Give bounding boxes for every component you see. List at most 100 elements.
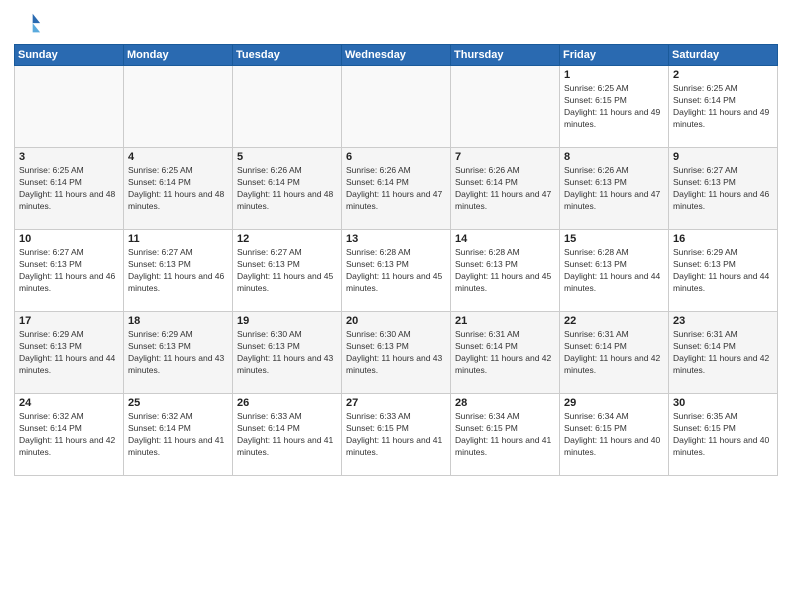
day-info: Sunrise: 6:33 AM Sunset: 6:14 PM Dayligh… bbox=[237, 411, 337, 459]
calendar-cell: 26 Sunrise: 6:33 AM Sunset: 6:14 PM Dayli… bbox=[233, 394, 342, 476]
calendar-cell: 9 Sunrise: 6:27 AM Sunset: 6:13 PM Daylig… bbox=[669, 148, 778, 230]
day-number: 9 bbox=[673, 151, 773, 163]
day-info: Sunrise: 6:26 AM Sunset: 6:14 PM Dayligh… bbox=[346, 165, 446, 213]
day-number: 22 bbox=[564, 315, 664, 327]
day-info: Sunrise: 6:34 AM Sunset: 6:15 PM Dayligh… bbox=[455, 411, 555, 459]
calendar-cell: 1Sunrise: 6:25 AM Sunset: 6:15 PM Daylig… bbox=[560, 66, 669, 148]
day-info: Sunrise: 6:31 AM Sunset: 6:14 PM Dayligh… bbox=[455, 329, 555, 377]
day-number: 11 bbox=[128, 233, 228, 245]
calendar-cell: 17 Sunrise: 6:29 AM Sunset: 6:13 PM Dayli… bbox=[15, 312, 124, 394]
day-info: Sunrise: 6:29 AM Sunset: 6:13 PM Dayligh… bbox=[128, 329, 228, 377]
calendar-cell bbox=[342, 66, 451, 148]
day-number: 3 bbox=[19, 151, 119, 163]
calendar-cell bbox=[124, 66, 233, 148]
calendar-header-row: SundayMondayTuesdayWednesdayThursdayFrid… bbox=[15, 45, 778, 66]
day-info: Sunrise: 6:27 AM Sunset: 6:13 PM Dayligh… bbox=[19, 247, 119, 295]
day-info: Sunrise: 6:32 AM Sunset: 6:14 PM Dayligh… bbox=[19, 411, 119, 459]
day-number: 23 bbox=[673, 315, 773, 327]
calendar-cell: 13 Sunrise: 6:28 AM Sunset: 6:13 PM Dayli… bbox=[342, 230, 451, 312]
day-info: Sunrise: 6:25 AM Sunset: 6:14 PM Dayligh… bbox=[128, 165, 228, 213]
day-info: Sunrise: 6:29 AM Sunset: 6:13 PM Dayligh… bbox=[673, 247, 773, 295]
header bbox=[14, 10, 778, 38]
calendar-cell: 11 Sunrise: 6:27 AM Sunset: 6:13 PM Dayli… bbox=[124, 230, 233, 312]
day-number: 10 bbox=[19, 233, 119, 245]
day-number: 4 bbox=[128, 151, 228, 163]
calendar-cell: 15 Sunrise: 6:28 AM Sunset: 6:13 PM Dayli… bbox=[560, 230, 669, 312]
day-number: 19 bbox=[237, 315, 337, 327]
calendar-cell: 4 Sunrise: 6:25 AM Sunset: 6:14 PM Daylig… bbox=[124, 148, 233, 230]
page: SundayMondayTuesdayWednesdayThursdayFrid… bbox=[0, 0, 792, 612]
day-info: Sunrise: 6:26 AM Sunset: 6:13 PM Dayligh… bbox=[564, 165, 664, 213]
day-info: Sunrise: 6:26 AM Sunset: 6:14 PM Dayligh… bbox=[237, 165, 337, 213]
calendar-cell: 23 Sunrise: 6:31 AM Sunset: 6:14 PM Dayli… bbox=[669, 312, 778, 394]
day-info: Sunrise: 6:28 AM Sunset: 6:13 PM Dayligh… bbox=[346, 247, 446, 295]
calendar-cell: 3 Sunrise: 6:25 AM Sunset: 6:14 PM Daylig… bbox=[15, 148, 124, 230]
calendar-week-row: 10 Sunrise: 6:27 AM Sunset: 6:13 PM Dayli… bbox=[15, 230, 778, 312]
day-info: Sunrise: 6:33 AM Sunset: 6:15 PM Dayligh… bbox=[346, 411, 446, 459]
day-info: Sunrise: 6:34 AM Sunset: 6:15 PM Dayligh… bbox=[564, 411, 664, 459]
calendar-cell: 19 Sunrise: 6:30 AM Sunset: 6:13 PM Dayli… bbox=[233, 312, 342, 394]
calendar-week-row: 1Sunrise: 6:25 AM Sunset: 6:15 PM Daylig… bbox=[15, 66, 778, 148]
day-info: Sunrise: 6:30 AM Sunset: 6:13 PM Dayligh… bbox=[346, 329, 446, 377]
day-info: Sunrise: 6:28 AM Sunset: 6:13 PM Dayligh… bbox=[455, 247, 555, 295]
calendar-weekday-monday: Monday bbox=[124, 45, 233, 66]
day-number: 18 bbox=[128, 315, 228, 327]
day-info: Sunrise: 6:27 AM Sunset: 6:13 PM Dayligh… bbox=[128, 247, 228, 295]
calendar-cell: 10 Sunrise: 6:27 AM Sunset: 6:13 PM Dayli… bbox=[15, 230, 124, 312]
day-info: Sunrise: 6:31 AM Sunset: 6:14 PM Dayligh… bbox=[673, 329, 773, 377]
calendar-cell: 8 Sunrise: 6:26 AM Sunset: 6:13 PM Daylig… bbox=[560, 148, 669, 230]
calendar-cell: 6 Sunrise: 6:26 AM Sunset: 6:14 PM Daylig… bbox=[342, 148, 451, 230]
calendar-cell: 30Sunrise: 6:35 AM Sunset: 6:15 PM Dayli… bbox=[669, 394, 778, 476]
calendar-cell: 22 Sunrise: 6:31 AM Sunset: 6:14 PM Dayli… bbox=[560, 312, 669, 394]
day-number: 20 bbox=[346, 315, 446, 327]
day-info: Sunrise: 6:30 AM Sunset: 6:13 PM Dayligh… bbox=[237, 329, 337, 377]
day-number: 24 bbox=[19, 397, 119, 409]
logo-icon bbox=[14, 10, 42, 38]
calendar-cell bbox=[451, 66, 560, 148]
day-info: Sunrise: 6:25 AM Sunset: 6:15 PM Dayligh… bbox=[564, 83, 664, 131]
calendar-cell: 29 Sunrise: 6:34 AM Sunset: 6:15 PM Dayli… bbox=[560, 394, 669, 476]
day-number: 15 bbox=[564, 233, 664, 245]
calendar-cell: 18 Sunrise: 6:29 AM Sunset: 6:13 PM Dayli… bbox=[124, 312, 233, 394]
calendar-cell: 7Sunrise: 6:26 AM Sunset: 6:14 PM Daylig… bbox=[451, 148, 560, 230]
calendar-weekday-friday: Friday bbox=[560, 45, 669, 66]
day-number: 29 bbox=[564, 397, 664, 409]
calendar-cell: 5Sunrise: 6:26 AM Sunset: 6:14 PM Daylig… bbox=[233, 148, 342, 230]
logo bbox=[14, 10, 46, 38]
day-info: Sunrise: 6:25 AM Sunset: 6:14 PM Dayligh… bbox=[19, 165, 119, 213]
calendar-table: SundayMondayTuesdayWednesdayThursdayFrid… bbox=[14, 44, 778, 476]
day-info: Sunrise: 6:35 AM Sunset: 6:15 PM Dayligh… bbox=[673, 411, 773, 459]
day-info: Sunrise: 6:28 AM Sunset: 6:13 PM Dayligh… bbox=[564, 247, 664, 295]
calendar-weekday-wednesday: Wednesday bbox=[342, 45, 451, 66]
day-info: Sunrise: 6:27 AM Sunset: 6:13 PM Dayligh… bbox=[673, 165, 773, 213]
day-number: 14 bbox=[455, 233, 555, 245]
day-info: Sunrise: 6:27 AM Sunset: 6:13 PM Dayligh… bbox=[237, 247, 337, 295]
calendar-cell: 14 Sunrise: 6:28 AM Sunset: 6:13 PM Dayli… bbox=[451, 230, 560, 312]
calendar-weekday-saturday: Saturday bbox=[669, 45, 778, 66]
calendar-cell: 16Sunrise: 6:29 AM Sunset: 6:13 PM Dayli… bbox=[669, 230, 778, 312]
calendar-weekday-tuesday: Tuesday bbox=[233, 45, 342, 66]
calendar-cell: 2Sunrise: 6:25 AM Sunset: 6:14 PM Daylig… bbox=[669, 66, 778, 148]
day-info: Sunrise: 6:31 AM Sunset: 6:14 PM Dayligh… bbox=[564, 329, 664, 377]
calendar-cell: 27 Sunrise: 6:33 AM Sunset: 6:15 PM Dayli… bbox=[342, 394, 451, 476]
day-number: 12 bbox=[237, 233, 337, 245]
day-info: Sunrise: 6:25 AM Sunset: 6:14 PM Dayligh… bbox=[673, 83, 773, 131]
calendar-cell bbox=[233, 66, 342, 148]
day-number: 8 bbox=[564, 151, 664, 163]
day-number: 25 bbox=[128, 397, 228, 409]
calendar-cell: 24 Sunrise: 6:32 AM Sunset: 6:14 PM Dayli… bbox=[15, 394, 124, 476]
calendar-cell: 21 Sunrise: 6:31 AM Sunset: 6:14 PM Dayli… bbox=[451, 312, 560, 394]
day-number: 17 bbox=[19, 315, 119, 327]
calendar-week-row: 3 Sunrise: 6:25 AM Sunset: 6:14 PM Daylig… bbox=[15, 148, 778, 230]
day-info: Sunrise: 6:29 AM Sunset: 6:13 PM Dayligh… bbox=[19, 329, 119, 377]
calendar-cell: 20 Sunrise: 6:30 AM Sunset: 6:13 PM Dayli… bbox=[342, 312, 451, 394]
day-number: 21 bbox=[455, 315, 555, 327]
calendar-week-row: 24 Sunrise: 6:32 AM Sunset: 6:14 PM Dayli… bbox=[15, 394, 778, 476]
day-number: 26 bbox=[237, 397, 337, 409]
day-number: 13 bbox=[346, 233, 446, 245]
day-number: 6 bbox=[346, 151, 446, 163]
day-info: Sunrise: 6:32 AM Sunset: 6:14 PM Dayligh… bbox=[128, 411, 228, 459]
day-number: 27 bbox=[346, 397, 446, 409]
calendar-cell: 12 Sunrise: 6:27 AM Sunset: 6:13 PM Dayli… bbox=[233, 230, 342, 312]
calendar-cell: 28Sunrise: 6:34 AM Sunset: 6:15 PM Dayli… bbox=[451, 394, 560, 476]
